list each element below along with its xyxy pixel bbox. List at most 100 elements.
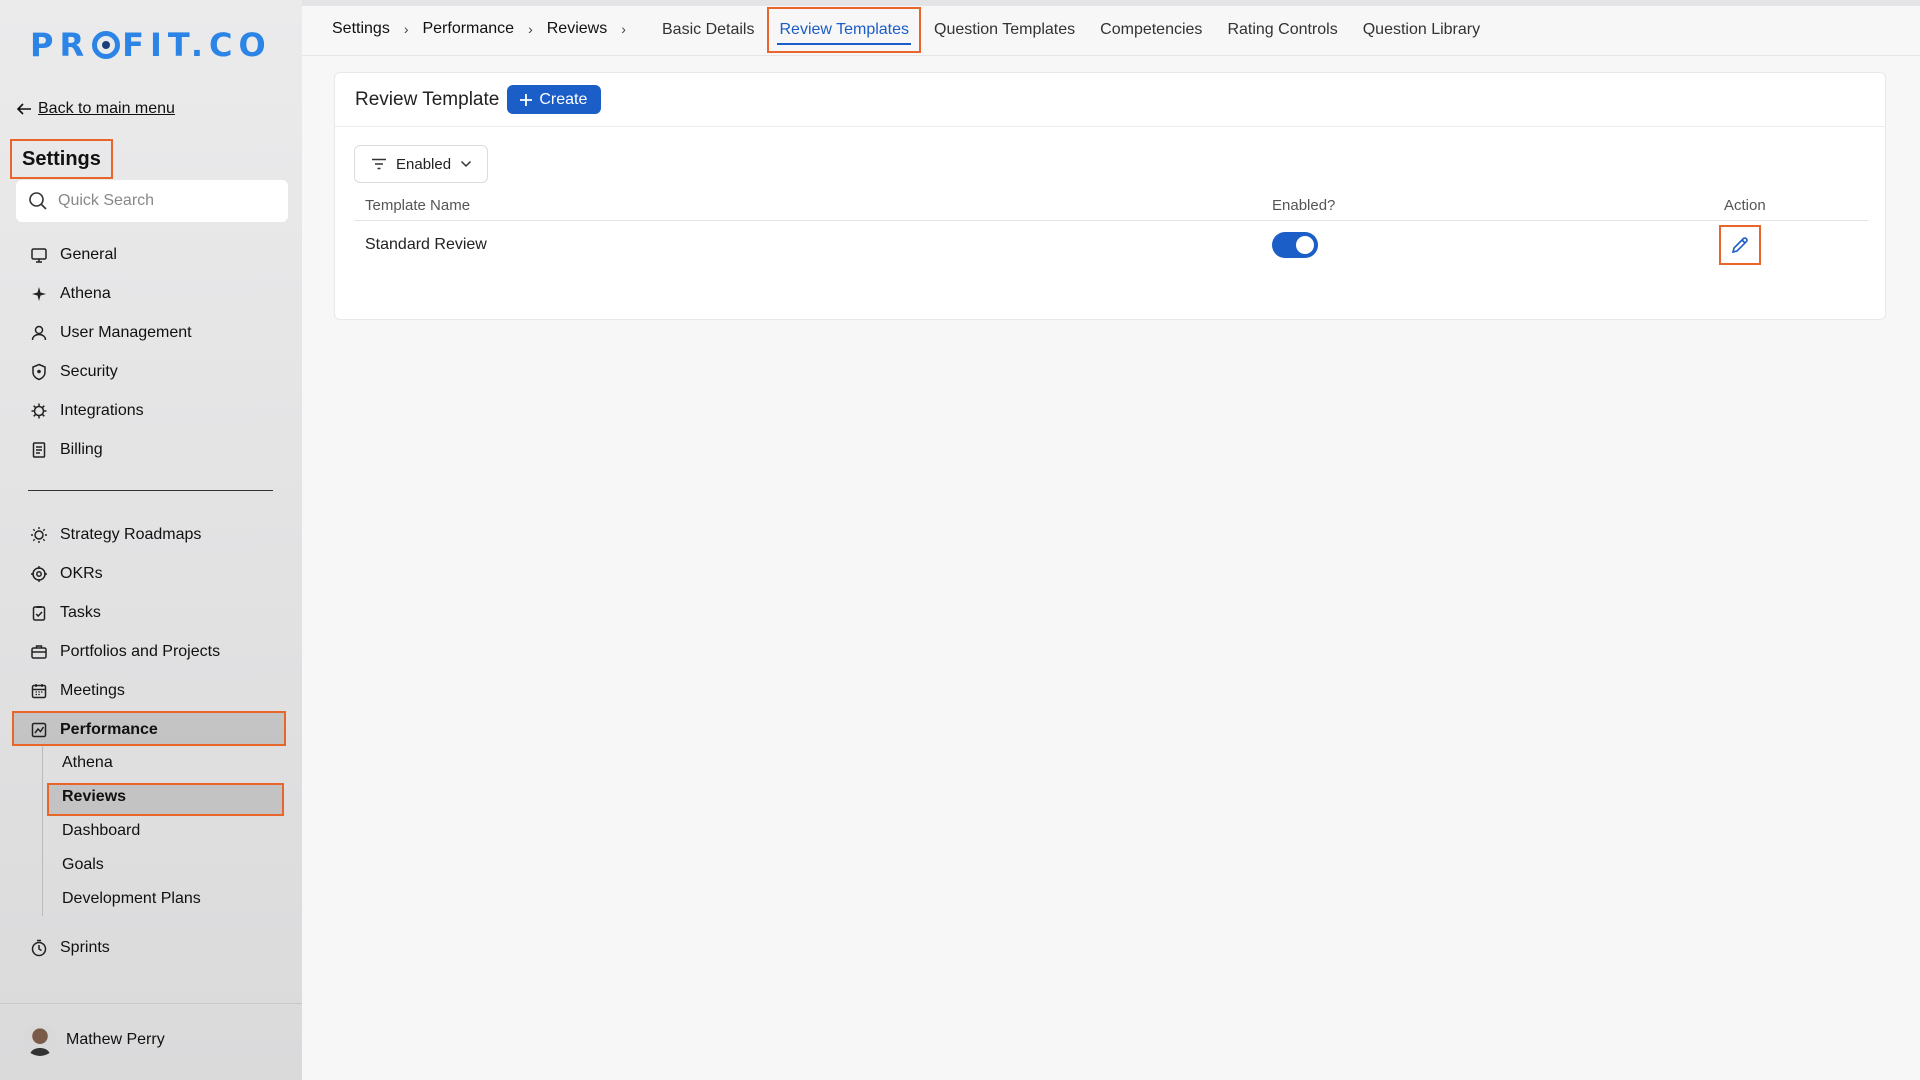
sidebar-item-meetings[interactable]: Meetings [0, 671, 302, 710]
monitor-icon [31, 247, 47, 263]
card-title: Review Template [355, 88, 500, 110]
lightbulb-icon [31, 526, 47, 543]
filter-icon [372, 158, 386, 170]
settings-tabs: Basic Details Review Templates Question … [662, 6, 1505, 54]
sidebar-item-label: Security [60, 362, 118, 380]
subnav-item-reviews[interactable]: Reviews [0, 780, 302, 814]
breadcrumb-separator: › [528, 21, 533, 37]
sidebar-item-security[interactable]: Security [0, 352, 302, 391]
clipboard-check-icon [32, 605, 46, 621]
sidebar-item-okrs[interactable]: OKRs [0, 554, 302, 593]
sidebar-item-label: Athena [60, 284, 111, 302]
breadcrumb-performance[interactable]: Performance [422, 20, 514, 38]
enabled-cell [1272, 232, 1724, 258]
subnav-item-dashboard[interactable]: Dashboard [0, 814, 302, 848]
sidebar-item-label: Billing [60, 440, 103, 458]
top-navigation: Settings › Performance › Reviews › Basic… [302, 6, 1920, 56]
create-button-label: Create [539, 90, 588, 108]
modules-nav: Strategy Roadmaps OKRs Tasks Portfolios … [0, 515, 302, 749]
column-header-action: Action [1724, 197, 1766, 214]
sidebar-item-portfolios-projects[interactable]: Portfolios and Projects [0, 632, 302, 671]
table-header: Template Name Enabled? Action [354, 191, 1868, 221]
column-header-enabled: Enabled? [1272, 197, 1336, 214]
tab-competencies[interactable]: Competencies [1100, 11, 1202, 49]
timer-icon [31, 939, 47, 956]
user-name: Mathew Perry [66, 1031, 165, 1048]
breadcrumb-reviews[interactable]: Reviews [547, 20, 607, 38]
card-header: Review Template Create [335, 73, 1885, 127]
settings-nav: General Athena User Management Security … [0, 235, 302, 469]
edit-button[interactable] [1719, 225, 1761, 265]
receipt-icon [32, 441, 46, 458]
sidebar-item-sprints[interactable]: Sprints [0, 928, 302, 967]
tab-question-templates[interactable]: Question Templates [934, 11, 1075, 49]
breadcrumb-separator: › [621, 21, 626, 37]
template-name-cell: Standard Review [365, 236, 487, 253]
subnav-item-athena[interactable]: Athena [0, 746, 302, 780]
profit-logo[interactable]: PR FIT.CO [30, 22, 272, 68]
sprints-nav: Sprints [0, 928, 302, 967]
review-template-card: Review Template Create Enabled Template … [334, 72, 1886, 320]
main-content: Settings › Performance › Reviews › Basic… [302, 6, 1920, 1080]
user-divider [0, 1003, 302, 1004]
chart-icon [31, 722, 47, 737]
sidebar-item-label: Strategy Roadmaps [60, 525, 202, 543]
create-button[interactable]: Create [507, 85, 602, 114]
subnav-item-goals[interactable]: Goals [0, 848, 302, 882]
sidebar-item-label: Meetings [60, 681, 125, 699]
action-cell [1719, 225, 1868, 265]
shield-icon [32, 363, 46, 380]
sidebar-item-label: Performance [60, 720, 158, 738]
tab-review-templates[interactable]: Review Templates [767, 7, 922, 53]
search-icon [29, 192, 47, 210]
logo-text-start: PR [30, 26, 91, 64]
table-row: Standard Review [354, 221, 1868, 269]
user-profile[interactable]: Mathew Perry [24, 1024, 165, 1056]
quick-search-box[interactable] [16, 180, 288, 222]
tab-basic-details[interactable]: Basic Details [662, 11, 754, 49]
plus-icon [520, 93, 533, 106]
logo-target-icon [92, 31, 121, 59]
sidebar-item-general[interactable]: General [0, 235, 302, 274]
performance-subnav: Athena Reviews Dashboard Goals Developme… [0, 746, 302, 916]
sidebar-item-label: OKRs [60, 564, 103, 582]
sidebar-item-tasks[interactable]: Tasks [0, 593, 302, 632]
quick-search-input[interactable] [58, 192, 278, 210]
arrow-left-icon [16, 103, 31, 115]
sidebar-item-label: Tasks [60, 603, 101, 621]
enabled-toggle[interactable] [1272, 232, 1318, 258]
column-header-template-name: Template Name [365, 197, 471, 214]
sidebar-item-label: General [60, 245, 117, 263]
sidebar-item-billing[interactable]: Billing [0, 430, 302, 469]
breadcrumb: Settings › Performance › Reviews › [332, 6, 640, 52]
back-link-label: Back to main menu [38, 100, 175, 117]
settings-heading: Settings [10, 139, 113, 179]
puzzle-icon [31, 403, 47, 418]
pencil-icon [1731, 237, 1748, 254]
target-icon [31, 565, 47, 582]
sidebar: PR FIT.CO Back to main menu Settings Gene… [0, 0, 302, 1080]
templates-table: Template Name Enabled? Action Standard R… [354, 191, 1868, 269]
sparkle-icon [32, 286, 46, 301]
filter-label: Enabled [396, 155, 452, 173]
tab-rating-controls[interactable]: Rating Controls [1227, 11, 1337, 49]
sidebar-item-user-management[interactable]: User Management [0, 313, 302, 352]
logo-text-end: FIT.CO [122, 26, 272, 64]
sidebar-item-integrations[interactable]: Integrations [0, 391, 302, 430]
sidebar-item-label: Portfolios and Projects [60, 642, 221, 660]
calendar-icon [31, 683, 47, 698]
tab-question-library[interactable]: Question Library [1363, 11, 1480, 49]
sidebar-item-label: User Management [60, 323, 192, 341]
sidebar-item-athena[interactable]: Athena [0, 274, 302, 313]
back-to-main-menu-link[interactable]: Back to main menu [16, 100, 175, 118]
sidebar-item-strategy-roadmaps[interactable]: Strategy Roadmaps [0, 515, 302, 554]
chevron-down-icon [461, 160, 472, 168]
user-icon [31, 325, 47, 340]
sidebar-item-performance[interactable]: Performance [0, 710, 302, 749]
subnav-item-development-plans[interactable]: Development Plans [0, 882, 302, 916]
enabled-filter-dropdown[interactable]: Enabled [354, 145, 488, 183]
sidebar-item-label: Integrations [60, 401, 144, 419]
sidebar-item-label: Sprints [60, 938, 110, 956]
avatar [24, 1024, 56, 1056]
breadcrumb-settings[interactable]: Settings [332, 20, 390, 38]
